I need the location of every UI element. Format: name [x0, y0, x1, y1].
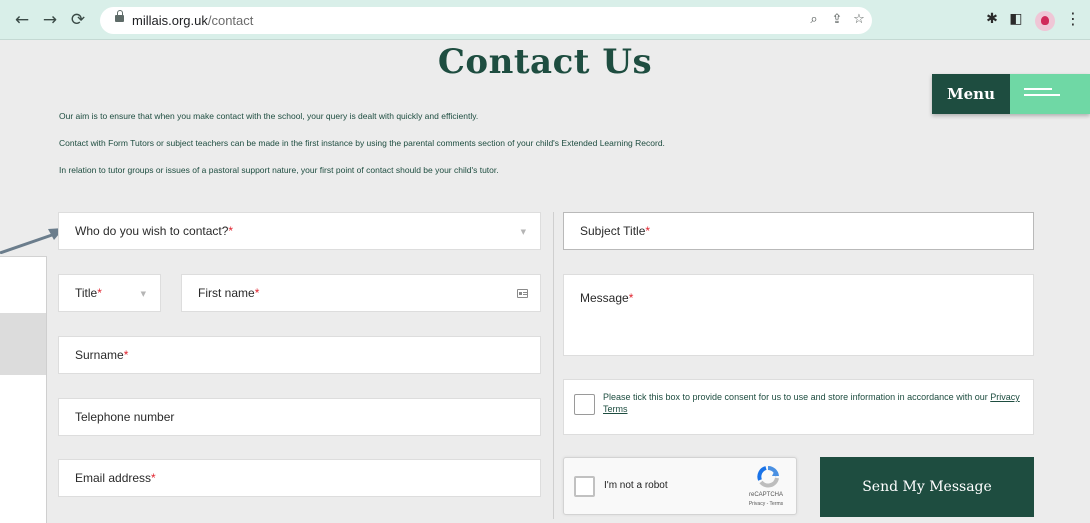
chevron-down-icon: ▼	[520, 228, 526, 236]
hamburger-icon[interactable]	[1010, 74, 1090, 114]
forward-icon[interactable]: →	[40, 11, 60, 29]
required-mark: *	[254, 286, 260, 300]
page-title: Contact Us	[437, 42, 653, 82]
message-textarea[interactable]: Message*	[563, 274, 1034, 356]
required-mark: *	[123, 348, 129, 362]
url-text[interactable]: millais.org.uk/contact	[132, 13, 253, 28]
intro-paragraph: Contact with Form Tutors or subject teac…	[59, 138, 665, 148]
consent-box: Please tick this box to provide consent …	[563, 379, 1034, 435]
title-select-label: Title	[75, 286, 98, 300]
required-mark: *	[645, 224, 651, 238]
menu-button[interactable]: Menu	[932, 74, 1010, 114]
side-overlay-band	[0, 313, 47, 375]
message-label: Message	[580, 291, 629, 305]
url-path: /contact	[207, 13, 254, 28]
subject-title-input[interactable]: Subject Title*	[563, 212, 1034, 250]
recaptcha-brand: reCAPTCHA	[748, 492, 783, 498]
recaptcha-checkbox[interactable]	[574, 476, 595, 497]
consent-checkbox[interactable]	[574, 394, 595, 415]
telephone-input[interactable]: Telephone number	[58, 398, 541, 436]
required-mark: *	[228, 224, 234, 238]
url-host: millais.org.uk	[132, 13, 208, 28]
bookmark-star-icon[interactable]: ☆	[851, 12, 867, 27]
zoom-icon[interactable]: ⌕	[806, 12, 822, 27]
lock-icon[interactable]	[115, 10, 124, 22]
side-panel-icon[interactable]: ◧	[1007, 11, 1025, 27]
address-bar[interactable]: millais.org.uk/contact ⌕ ⇪ ☆	[100, 7, 872, 34]
recaptcha-label: I'm not a robot	[604, 480, 668, 491]
chevron-down-icon: ▼	[140, 290, 146, 298]
share-icon[interactable]: ⇪	[829, 12, 845, 27]
extensions-icon[interactable]: ✱	[983, 11, 1001, 27]
intro-paragraph: In relation to tutor groups or issues of…	[59, 165, 499, 175]
browser-menu-icon[interactable]: ⋮	[1065, 10, 1081, 28]
recaptcha-logo-icon	[757, 466, 779, 488]
telephone-label: Telephone number	[75, 410, 175, 424]
surname-input[interactable]: Surname*	[58, 336, 541, 374]
first-name-label: First name	[198, 286, 255, 300]
column-divider	[553, 212, 554, 519]
email-input[interactable]: Email address*	[58, 459, 541, 497]
contact-select-label: Who do you wish to contact?	[75, 224, 229, 238]
contact-card-icon[interactable]	[517, 289, 528, 298]
surname-label: Surname	[75, 348, 124, 362]
intro-paragraph: Our aim is to ensure that when you make …	[59, 111, 479, 121]
back-icon[interactable]: ←	[12, 11, 32, 29]
first-name-input[interactable]: First name*	[181, 274, 541, 312]
required-mark: *	[97, 286, 102, 300]
consent-text: Please tick this box to provide consent …	[603, 392, 1020, 414]
recaptcha-widget: I'm not a robot reCAPTCHA Privacy - Term…	[563, 457, 797, 515]
email-label: Email address	[75, 471, 152, 485]
send-message-button[interactable]: Send My Message	[820, 457, 1034, 517]
side-overlay-panel	[0, 256, 47, 523]
site-menu[interactable]: Menu	[932, 74, 1090, 114]
recaptcha-privacy-terms[interactable]: Privacy - Terms	[731, 501, 801, 507]
required-mark: *	[628, 291, 634, 305]
profile-avatar[interactable]	[1035, 11, 1055, 31]
required-mark: *	[151, 471, 156, 485]
reload-icon[interactable]: ⟳	[68, 11, 88, 29]
title-select[interactable]: Title* ▼	[58, 274, 161, 312]
browser-toolbar: ← → ⟳ millais.org.uk/contact ⌕ ⇪ ☆ ✱ ◧ ⋮	[0, 0, 1090, 40]
subject-title-label: Subject Title	[580, 224, 646, 238]
contact-select[interactable]: Who do you wish to contact?* ▼	[58, 212, 541, 250]
